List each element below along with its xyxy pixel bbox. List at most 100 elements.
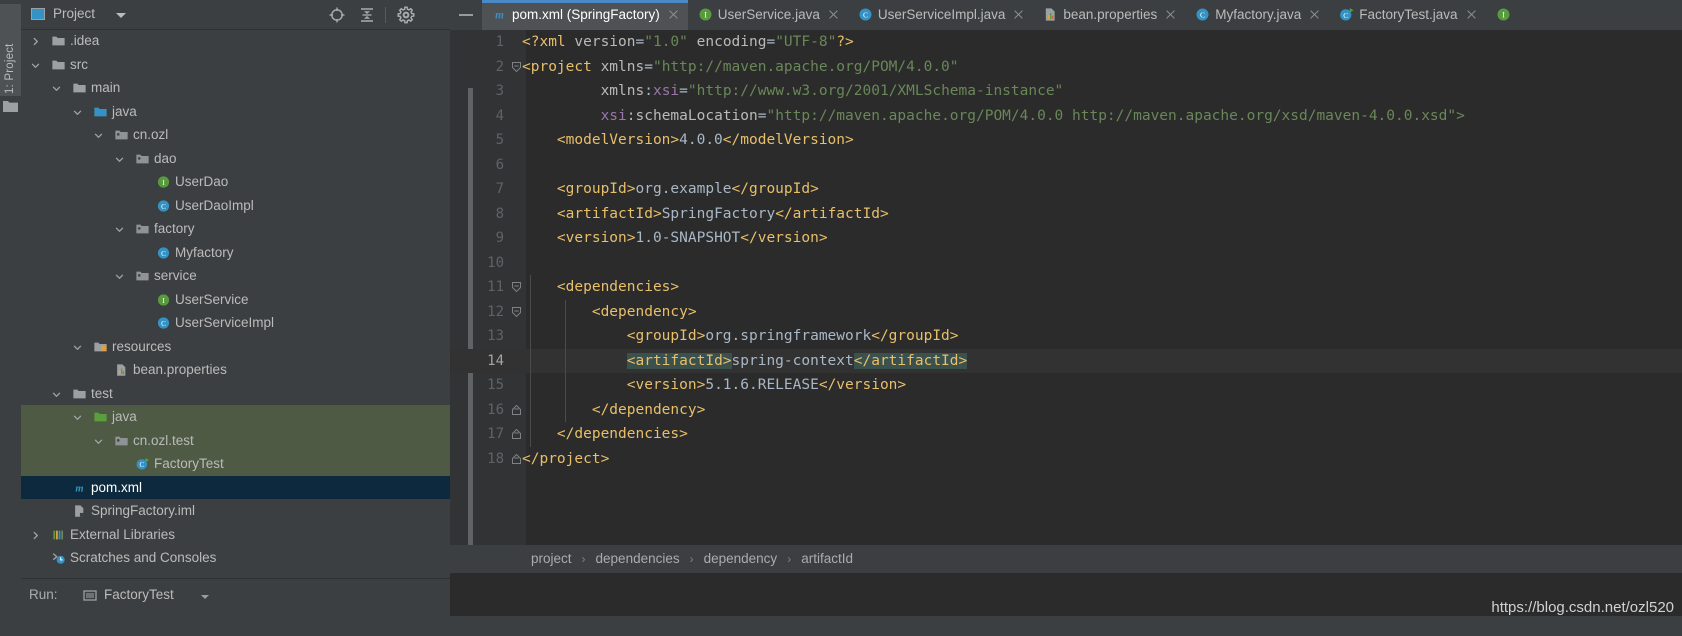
breadcrumb-item[interactable]: project [528,545,575,573]
code-line[interactable]: 15 <version>5.1.6.RELEASE</version> [450,373,1682,398]
class-test-icon: C [1340,8,1354,21]
code-line[interactable]: 5 <modelVersion>4.0.0</modelVersion> [450,128,1682,153]
editor-tab[interactable]: I UserService.java [688,0,848,30]
code-lines[interactable]: 1 <?xml version="1.0" encoding="UTF-8"?> 2… [450,30,1682,545]
project-tree[interactable]: .idea src main java cn.ozl dao I UserDao C UserDa… [21,29,450,578]
locate-icon[interactable] [328,6,346,24]
libraries-icon [53,530,64,539]
code-line[interactable]: 12 <dependency> [450,299,1682,324]
breadcrumb-item[interactable]: dependencies [593,545,683,573]
editor-tab[interactable]: C UserServiceImpl.java [848,0,1034,30]
code-line[interactable]: 3 xmlns:xsi="http://www.w3.org/2001/XMLS… [450,79,1682,104]
tree-node[interactable]: C Myfactory [21,241,450,265]
run-tab-label[interactable]: FactoryTest [104,587,174,602]
fold-close-icon[interactable] [512,404,521,415]
minimize-icon[interactable] [454,0,478,30]
chevron-down-icon[interactable] [52,84,61,93]
fold-open-icon[interactable] [512,306,521,317]
code-editor[interactable]: 1 <?xml version="1.0" encoding="UTF-8"?> 2… [450,30,1682,545]
tree-node[interactable]: factory [21,217,450,241]
code-line[interactable]: 6 [450,153,1682,178]
tree-node[interactable]: .idea [21,29,450,53]
tree-node[interactable]: Scratches and Consoles [21,546,450,570]
tree-node[interactable]: C FactoryTest [21,452,450,476]
tree-node[interactable]: test [21,382,450,406]
line-number: 17 [487,426,504,442]
code-line[interactable]: 1 <?xml version="1.0" encoding="UTF-8"?> [450,30,1682,55]
chevron-down-icon[interactable] [115,155,124,164]
tree-node-label: .idea [70,33,100,48]
chevron-down-icon[interactable] [115,272,124,281]
code-text: </dependency> [591,401,706,418]
code-line[interactable]: 8 <artifactId>SpringFactory</artifactId> [450,202,1682,227]
tree-node[interactable]: SpringFactory.iml [21,499,450,523]
code-line[interactable]: 10 [450,251,1682,276]
close-icon[interactable] [1465,8,1478,21]
collapse-all-icon[interactable] [358,6,376,24]
close-icon[interactable] [1012,8,1025,21]
fold-open-icon[interactable] [512,282,521,292]
tree-node[interactable]: bean.properties [21,358,450,382]
chevron-right-icon[interactable] [31,37,40,46]
gear-icon[interactable] [397,6,415,24]
code-line[interactable]: 11 <dependencies> [450,275,1682,300]
tree-node-selected[interactable]: m pom.xml [21,475,450,499]
code-line[interactable]: 9 <version>1.0-SNAPSHOT</version> [450,226,1682,251]
tree-node[interactable]: main [21,76,450,100]
tree-node[interactable]: I UserDao [21,170,450,194]
editor-tab-overflow[interactable]: I [1486,0,1524,30]
svg-text:C: C [1200,11,1205,20]
tree-node[interactable]: C UserDaoImpl [21,194,450,218]
tree-node[interactable]: dao [21,147,450,171]
fold-close-icon[interactable] [512,429,521,439]
scratches-icon [52,553,65,564]
fold-close-icon[interactable] [512,453,521,464]
chevron-down-icon[interactable] [94,131,103,140]
editor-tab-label: FactoryTest.java [1359,7,1458,22]
fold-open-icon[interactable] [512,61,521,72]
chevron-down-icon[interactable] [73,108,82,117]
code-line[interactable]: 13 <groupId>org.springframework</groupId… [450,324,1682,349]
close-icon[interactable] [827,8,840,21]
code-line[interactable]: 7 <groupId>org.example</groupId> [450,177,1682,202]
chevron-down-icon[interactable] [116,13,126,18]
chevron-down-icon[interactable] [201,595,209,599]
svg-text:C: C [161,202,166,210]
code-line[interactable]: 14 <artifactId>spring-context</artifactI… [450,348,1682,373]
chevron-right-icon[interactable] [31,531,40,540]
code-line[interactable]: 4 xsi:schemaLocation="http://maven.apach… [450,104,1682,129]
close-icon[interactable] [667,8,680,21]
code-line[interactable]: 18 </project> [450,447,1682,472]
chevron-down-icon[interactable] [52,390,61,399]
close-icon[interactable] [1164,8,1177,21]
breadcrumb-item[interactable]: artifactId [798,545,856,573]
tree-node[interactable]: java [21,100,450,124]
code-text: <version>1.0-SNAPSHOT</version> [556,230,828,246]
close-icon[interactable] [1308,8,1321,21]
tree-node[interactable]: cn.ozl.test [21,428,450,452]
breadcrumb-item[interactable]: dependency [701,545,781,573]
project-panel-header: Project [21,0,450,30]
tree-node[interactable]: C UserServiceImpl [21,311,450,335]
tool-window-button-project[interactable]: 1: Project [0,4,21,96]
tree-node[interactable]: service [21,264,450,288]
editor-tab[interactable]: C Myfactory.java [1185,0,1329,30]
chevron-down-icon[interactable] [94,437,103,446]
editor-tab[interactable]: C FactoryTest.java [1329,0,1485,30]
tree-node[interactable]: resources [21,335,450,359]
code-line[interactable]: 16 </dependency> [450,397,1682,422]
chevron-down-icon[interactable] [115,225,124,234]
chevron-down-icon[interactable] [31,61,40,70]
editor-tab-active[interactable]: m pom.xml (SpringFactory) [482,0,688,30]
tree-node[interactable]: src [21,53,450,77]
code-line[interactable]: 17 </dependencies> [450,422,1682,447]
tree-node[interactable]: External Libraries [21,523,450,547]
tree-node[interactable]: java [21,405,450,429]
tree-node[interactable]: cn.ozl [21,123,450,147]
tree-node[interactable]: I UserService [21,288,450,312]
code-line[interactable]: 2 <project xmlns="http://maven.apache.org… [450,55,1682,80]
editor-tab[interactable]: bean.properties [1033,0,1185,30]
chevron-down-icon[interactable] [73,343,82,352]
svg-text:C: C [1343,11,1348,20]
chevron-down-icon[interactable] [73,413,82,422]
